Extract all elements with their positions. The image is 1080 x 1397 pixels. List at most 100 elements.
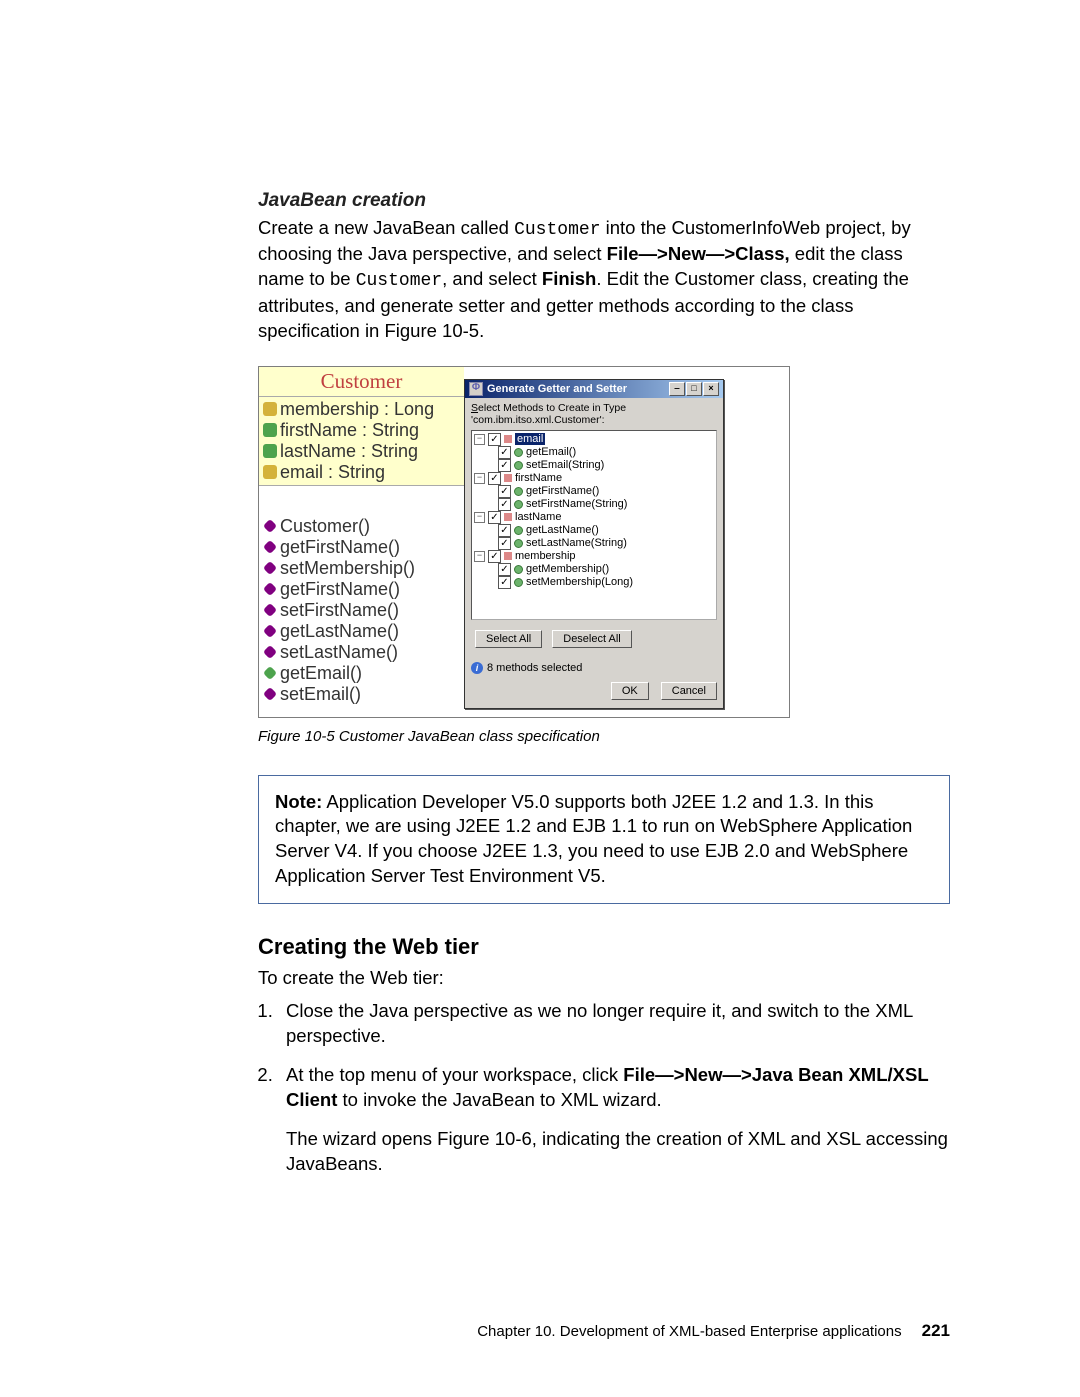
op-text: setMembership() xyxy=(280,558,415,579)
attr-text: membership : Long xyxy=(280,399,434,420)
method-icon xyxy=(263,687,277,701)
uml-operation: Customer() xyxy=(259,516,464,537)
dialog-title-text: Generate Getter and Setter xyxy=(487,383,627,395)
note-box: Note: Application Developer V5.0 support… xyxy=(258,775,950,905)
method-icon xyxy=(514,526,523,535)
close-icon[interactable]: × xyxy=(703,382,719,396)
checkbox[interactable] xyxy=(488,550,501,563)
methods-tree[interactable]: − emailgetEmail()setEmail(String) − firstNa… xyxy=(471,430,717,620)
dialog-titlebar[interactable]: Φ Generate Getter and Setter ‒□× xyxy=(465,380,723,398)
field-icon xyxy=(504,435,512,443)
tree-method-label[interactable]: getFirstName() xyxy=(526,485,599,497)
tree-method-row[interactable]: setMembership(Long) xyxy=(474,576,714,589)
tree-method-label[interactable]: setEmail(String) xyxy=(526,459,604,471)
checkbox[interactable] xyxy=(498,524,511,537)
op-text: Customer() xyxy=(280,516,370,537)
collapse-icon[interactable]: − xyxy=(474,512,485,523)
field-icon xyxy=(263,465,277,479)
tree-group-row[interactable]: − lastName xyxy=(474,511,714,524)
status-text: 8 methods selected xyxy=(487,662,582,674)
tree-method-row[interactable]: setEmail(String) xyxy=(474,459,714,472)
tree-method-label[interactable]: setLastName(String) xyxy=(526,537,627,549)
uml-attributes: membership : LongfirstName : StringlastN… xyxy=(259,397,464,486)
uml-operation: setEmail() xyxy=(259,684,464,705)
uml-class-name: Customer xyxy=(259,367,464,397)
tree-group-row[interactable]: − email xyxy=(474,433,714,446)
mnemonic: S xyxy=(471,402,478,414)
checkbox[interactable] xyxy=(488,472,501,485)
tree-group-row[interactable]: − membership xyxy=(474,550,714,563)
checkbox[interactable] xyxy=(498,576,511,589)
section-intro: To create the Web tier: xyxy=(258,966,950,991)
uml-attribute: email : String xyxy=(259,462,464,483)
method-icon xyxy=(514,487,523,496)
tree-method-label[interactable]: getEmail() xyxy=(526,446,576,458)
select-all-button[interactable]: Select All xyxy=(475,630,542,648)
status-bar: i 8 methods selected xyxy=(471,662,717,674)
op-text: setFirstName() xyxy=(280,600,399,621)
checkbox[interactable] xyxy=(498,563,511,576)
checkbox[interactable] xyxy=(488,511,501,524)
tree-method-label[interactable]: getLastName() xyxy=(526,524,599,536)
checkbox[interactable] xyxy=(498,537,511,550)
tree-method-row[interactable]: getFirstName() xyxy=(474,485,714,498)
collapse-icon[interactable]: − xyxy=(474,551,485,562)
checkbox[interactable] xyxy=(498,446,511,459)
method-icon xyxy=(514,539,523,548)
finish-label: Finish xyxy=(542,268,596,289)
tree-method-row[interactable]: getLastName() xyxy=(474,524,714,537)
checkbox[interactable] xyxy=(498,459,511,472)
tree-method-label[interactable]: setFirstName(String) xyxy=(526,498,627,510)
method-icon xyxy=(263,603,277,617)
tree-method-label[interactable]: setMembership(Long) xyxy=(526,576,633,588)
field-icon xyxy=(504,552,512,560)
field-icon xyxy=(504,474,512,482)
uml-attribute: firstName : String xyxy=(259,420,464,441)
ok-button[interactable]: OK xyxy=(611,682,649,700)
method-icon xyxy=(263,519,277,533)
method-icon xyxy=(514,578,523,587)
method-icon xyxy=(263,624,277,638)
method-icon xyxy=(514,500,523,509)
collapse-icon[interactable]: − xyxy=(474,434,485,445)
op-text: getFirstName() xyxy=(280,537,400,558)
text: Create a new JavaBean called xyxy=(258,217,514,238)
tree-group-label[interactable]: membership xyxy=(515,550,576,562)
method-icon xyxy=(263,561,277,575)
attr-text: firstName : String xyxy=(280,420,419,441)
footer-chapter: Chapter 10. Development of XML-based Ent… xyxy=(477,1323,901,1340)
uml-class-diagram: Customer membership : LongfirstName : St… xyxy=(259,367,464,717)
checkbox[interactable] xyxy=(498,498,511,511)
cancel-button[interactable]: Cancel xyxy=(661,682,717,700)
tree-method-row[interactable]: getEmail() xyxy=(474,446,714,459)
step-2: At the top menu of your workspace, click… xyxy=(278,1063,950,1177)
collapse-icon[interactable]: − xyxy=(474,473,485,484)
app-icon: Φ xyxy=(469,382,483,396)
step-2-detail: The wizard opens Figure 10-6, indicating… xyxy=(286,1127,950,1177)
minimize-icon[interactable]: ‒ xyxy=(669,382,685,396)
method-icon xyxy=(514,461,523,470)
tree-group-label[interactable]: email xyxy=(515,433,545,445)
window-controls[interactable]: ‒□× xyxy=(668,382,719,396)
tree-group-label[interactable]: lastName xyxy=(515,511,561,523)
deselect-all-button[interactable]: Deselect All xyxy=(552,630,631,648)
field-icon xyxy=(263,402,277,416)
checkbox[interactable] xyxy=(498,485,511,498)
tree-method-row[interactable]: setFirstName(String) xyxy=(474,498,714,511)
maximize-icon[interactable]: □ xyxy=(686,382,702,396)
prompt-text: elect Methods to Create in Type 'com.ibm… xyxy=(471,402,626,426)
tree-method-row[interactable]: setLastName(String) xyxy=(474,537,714,550)
step-1: Close the Java perspective as we no long… xyxy=(278,999,950,1049)
op-text: getLastName() xyxy=(280,621,399,642)
figure-10-5: Customer membership : LongfirstName : St… xyxy=(258,366,790,718)
method-icon xyxy=(263,666,277,680)
tree-group-label[interactable]: firstName xyxy=(515,472,562,484)
tree-method-row[interactable]: getMembership() xyxy=(474,563,714,576)
method-icon xyxy=(263,540,277,554)
op-text: getFirstName() xyxy=(280,579,400,600)
checkbox[interactable] xyxy=(488,433,501,446)
text: to invoke the JavaBean to XML wizard. xyxy=(337,1089,661,1110)
tree-group-row[interactable]: − firstName xyxy=(474,472,714,485)
method-icon xyxy=(263,645,277,659)
tree-method-label[interactable]: getMembership() xyxy=(526,563,609,575)
